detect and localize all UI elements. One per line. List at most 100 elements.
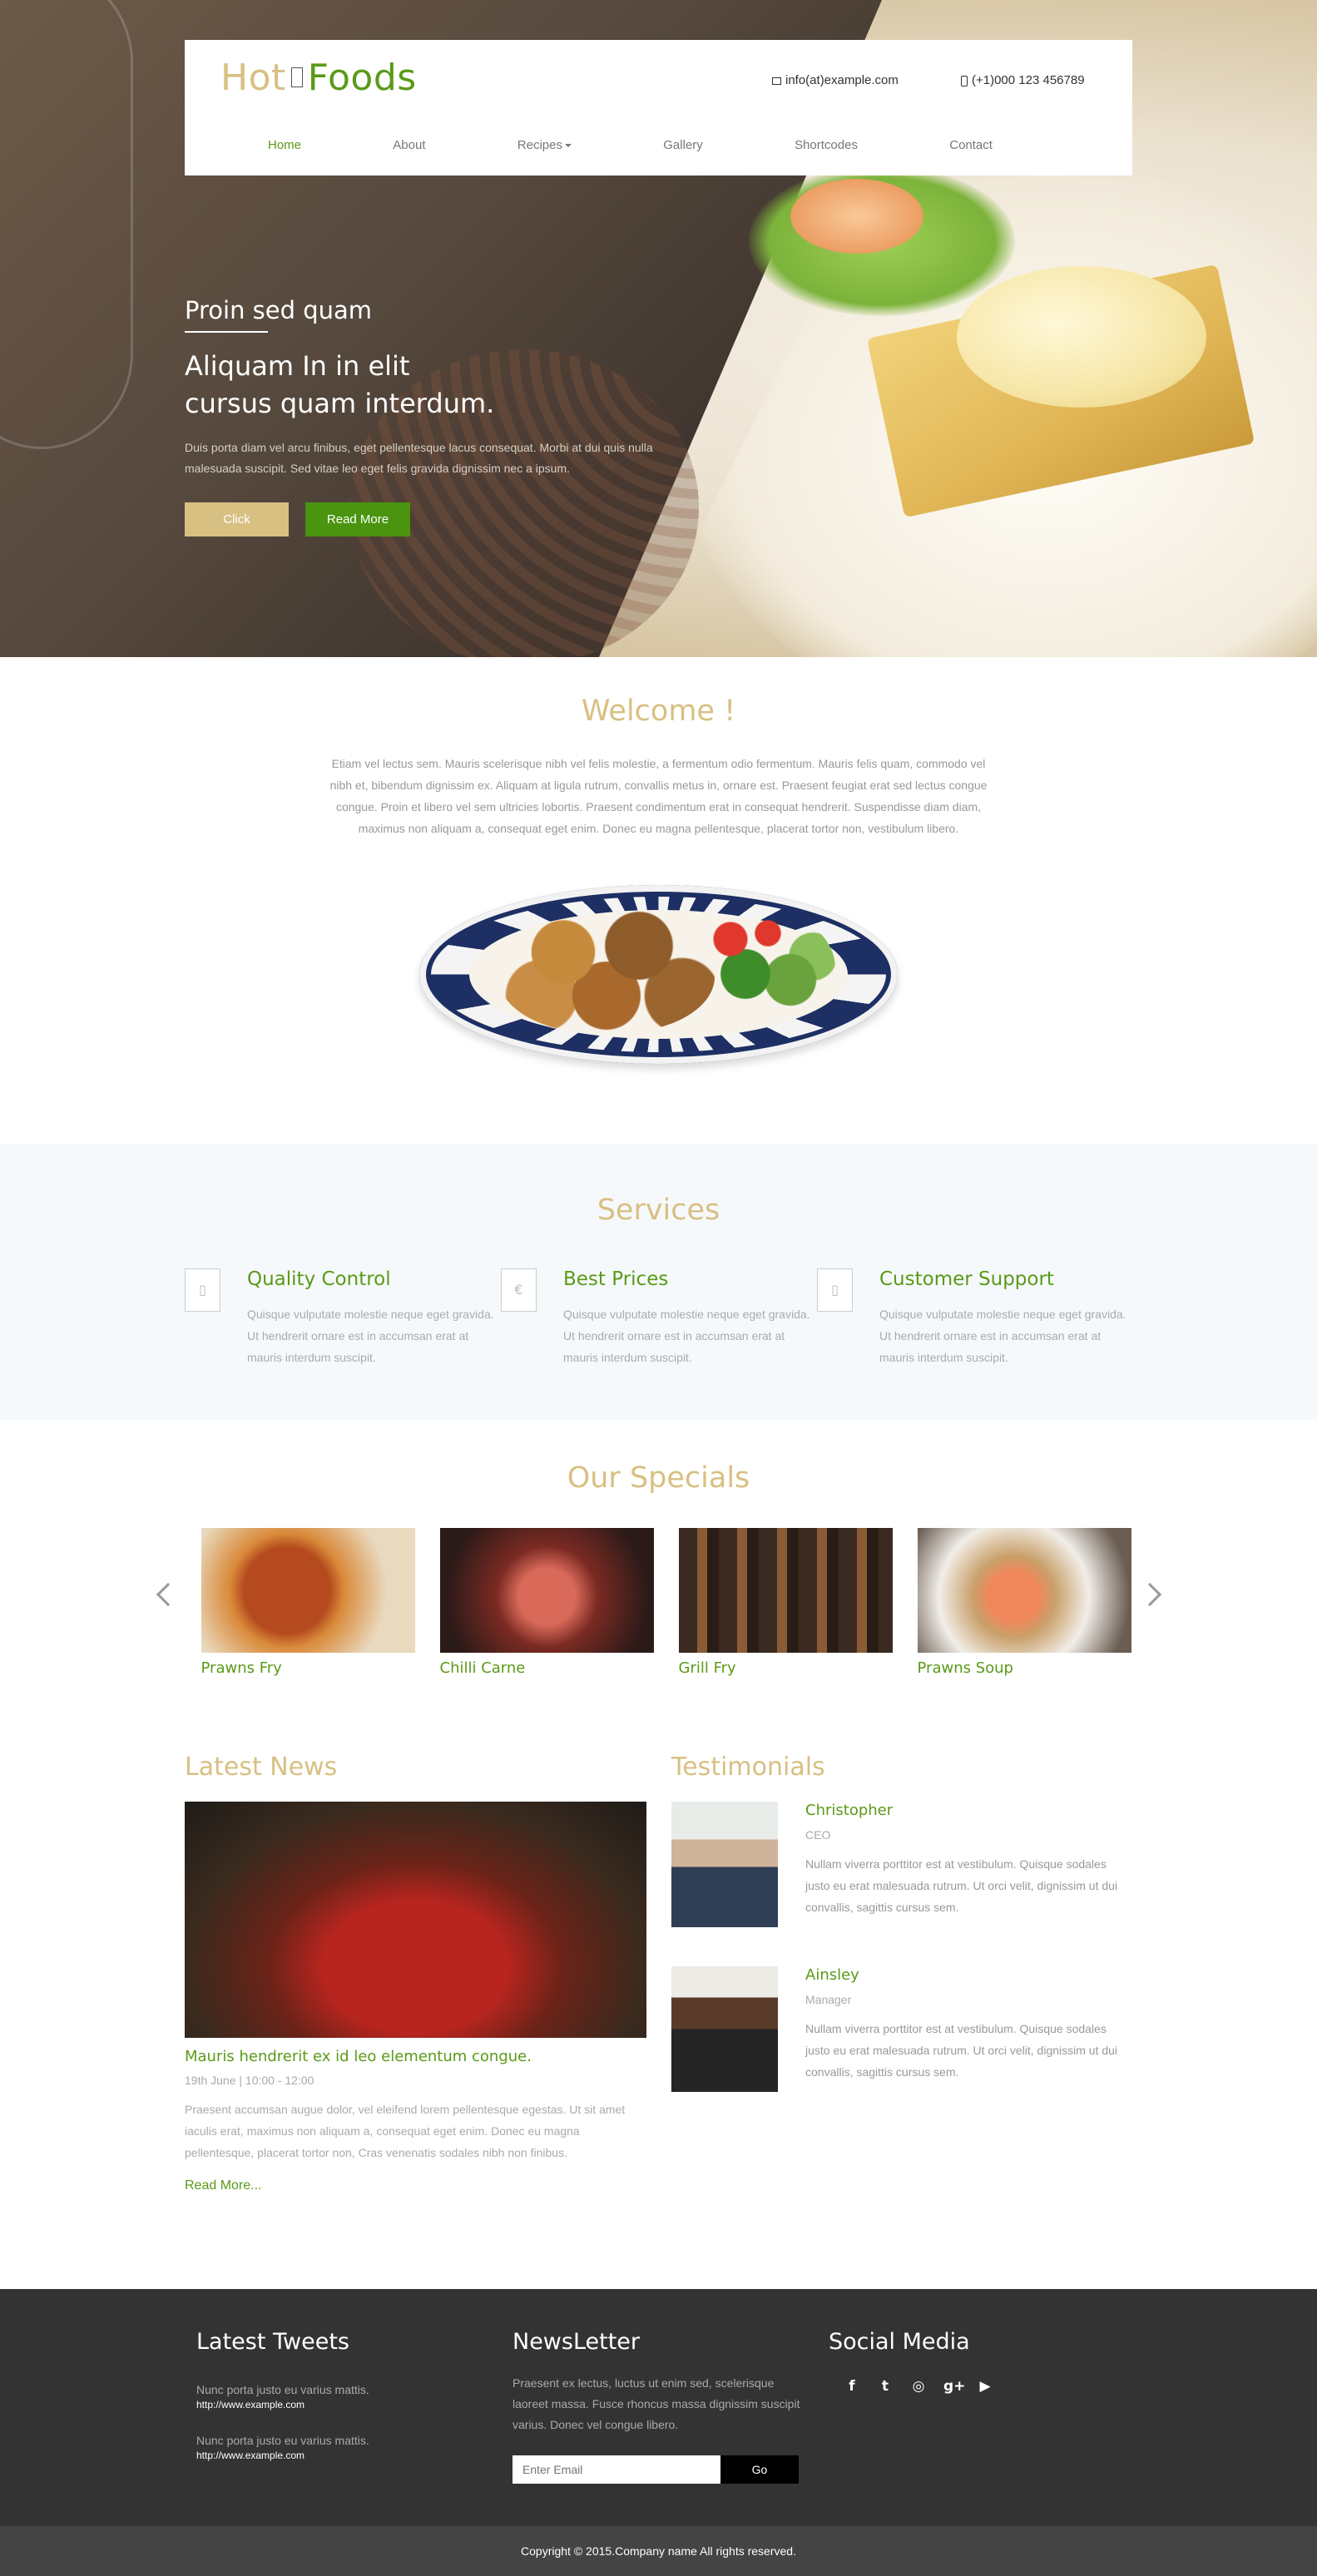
hero-caption: Proin sed quam Aliquam In in elit cursus… — [185, 296, 684, 536]
contact-email-text: info(at)example.com — [785, 73, 899, 87]
testimonial-role: Manager — [805, 1993, 852, 2006]
hero-headline: Aliquam In in elit cursus quam interdum. — [185, 348, 684, 423]
hero-shrimp — [790, 179, 923, 254]
tweets-title: Latest Tweets — [196, 2329, 350, 2355]
service-title[interactable]: Quality Control — [247, 1268, 391, 1290]
hero-wine-glass — [0, 0, 133, 449]
specials-carousel: Prawns Fry Chilli Carne Grill Fry Prawns… — [156, 1528, 1161, 1694]
youtube-icon[interactable]: ▶ — [977, 2378, 993, 2395]
euro-icon: € — [501, 1268, 537, 1312]
copyright-bar: Copyright © 2015.Company name All rights… — [0, 2526, 1317, 2576]
tweet-item: Nunc porta justo eu varius mattis. http:… — [196, 2383, 369, 2410]
news-meta: 19th June | 10:00 - 12:00 — [185, 2074, 314, 2087]
newsletter-form: Go — [512, 2455, 812, 2484]
testimonial-name: Ainsley — [805, 1966, 859, 1984]
testimonial-item: Christopher CEO Nullam viverra porttitor… — [671, 1802, 1132, 1966]
news-title: Latest News — [185, 1753, 338, 1782]
special-name[interactable]: Prawns Soup — [918, 1659, 1131, 1677]
social-title: Social Media — [829, 2329, 970, 2355]
dribbble-icon[interactable]: ◎ — [910, 2378, 927, 2395]
special-name[interactable]: Chilli Carne — [440, 1659, 654, 1677]
welcome-section: Welcome ! Etiam vel lectus sem. Mauris s… — [0, 657, 1317, 1144]
email-field[interactable] — [512, 2455, 720, 2484]
logo-text-hot: Hot — [220, 57, 286, 99]
click-button[interactable]: Click — [185, 502, 289, 536]
news-headline[interactable]: Mauris hendrerit ex id leo elementum con… — [185, 2048, 646, 2065]
welcome-text: Etiam vel lectus sem. Mauris scelerisque… — [329, 757, 988, 835]
site-logo[interactable]: Hot Foods — [220, 57, 417, 99]
logo-text-foods: Foods — [307, 57, 417, 99]
google-plus-icon[interactable]: g+ — [943, 2378, 965, 2395]
nav-gallery[interactable]: Gallery — [663, 138, 703, 152]
news-image[interactable] — [185, 1802, 646, 2038]
go-button[interactable]: Go — [720, 2455, 799, 2484]
special-name[interactable]: Prawns Fry — [201, 1659, 415, 1677]
logo-icon — [290, 67, 303, 87]
nav-home[interactable]: Home — [268, 138, 301, 152]
news-testimonials-section: Latest News Mauris hendrerit ex id leo e… — [185, 1753, 1132, 2289]
footer-newsletter: NewsLetter Praesent ex lectus, luctus ut… — [512, 2329, 812, 2484]
main-nav: Home About Recipes Gallery Shortcodes Co… — [185, 138, 1132, 152]
site-header: Hot Foods info(at)example.com (+1)000 123… — [185, 40, 1132, 176]
chevron-right-icon[interactable] — [1137, 1582, 1161, 1607]
contact-email: info(at)example.com — [772, 73, 899, 87]
tweet-link[interactable]: http://www.example.com — [196, 2450, 369, 2461]
tweet-link[interactable]: http://www.example.com — [196, 2399, 369, 2410]
avatar — [671, 1966, 778, 2092]
chevron-down-icon — [564, 144, 572, 148]
special-card[interactable]: Chilli Carne — [439, 1528, 654, 1677]
copyright-text: Copyright © 2015.Company name All rights… — [521, 2544, 796, 2558]
chevron-left-icon[interactable] — [156, 1582, 180, 1607]
hero-paragraph: Duis porta diam vel arcu finibus, eget p… — [185, 441, 653, 475]
hero-headline-line2: cursus quam interdum. — [185, 388, 495, 419]
read-more-button[interactable]: Read More — [305, 502, 410, 536]
nav-recipes-label: Recipes — [517, 138, 562, 152]
special-image[interactable] — [201, 1528, 415, 1653]
testimonial-name: Christopher — [805, 1802, 894, 1819]
dish-chicken — [498, 908, 715, 1033]
service-title[interactable]: Best Prices — [563, 1268, 668, 1290]
welcome-title: Welcome ! — [581, 695, 736, 728]
nav-contact[interactable]: Contact — [949, 138, 993, 152]
testimonial-item: Ainsley Manager Nullam viverra porttitor… — [671, 1966, 1132, 2131]
special-card[interactable]: Grill Fry — [678, 1528, 893, 1677]
contact-phone: (+1)000 123 456789 — [961, 73, 1085, 87]
special-image[interactable] — [678, 1528, 893, 1653]
special-card[interactable]: Prawns Fry — [201, 1528, 415, 1677]
news-read-more-link[interactable]: Read More... — [185, 2178, 646, 2193]
nav-recipes[interactable]: Recipes — [517, 138, 572, 152]
testimonial-role: CEO — [805, 1828, 831, 1842]
hero-banner: Hot Foods info(at)example.com (+1)000 123… — [0, 0, 1317, 657]
facebook-icon[interactable]: f — [844, 2378, 860, 2395]
nav-about[interactable]: About — [393, 138, 425, 152]
contact-phone-text: (+1)000 123 456789 — [972, 73, 1085, 87]
special-image[interactable] — [439, 1528, 654, 1653]
footer-tweets: Latest Tweets Nunc porta justo eu varius… — [196, 2329, 369, 2461]
phone-icon: ▯ — [185, 1268, 220, 1312]
envelope-icon — [772, 77, 781, 85]
testimonials: Testimonials Christopher CEO Nullam vive… — [671, 1753, 1132, 2131]
special-card[interactable]: Prawns Soup — [917, 1528, 1131, 1677]
services-section: Services ▯ Quality Control Quisque vulpu… — [0, 1144, 1317, 1420]
nav-shortcodes[interactable]: Shortcodes — [795, 138, 858, 152]
service-title[interactable]: Customer Support — [879, 1268, 1054, 1290]
news-body: Praesent accumsan augue dolor, vel eleif… — [185, 2103, 626, 2159]
testimonial-quote: Nullam viverra porttitor est at vestibul… — [805, 1857, 1118, 1914]
footer-social: Social Media f t ◎ g+ ▶ — [829, 2329, 993, 2395]
service-desc: Quisque vulputate molestie neque eget gr… — [247, 1308, 494, 1364]
twitter-icon[interactable]: t — [877, 2378, 894, 2395]
social-icons: f t ◎ g+ ▶ — [829, 2378, 993, 2395]
hero-buttons: Click Read More — [185, 502, 684, 536]
site-footer: Latest Tweets Nunc porta justo eu varius… — [0, 2289, 1317, 2526]
testimonials-title: Testimonials — [671, 1753, 825, 1782]
phone-icon: ▯ — [817, 1268, 853, 1312]
newsletter-title: NewsLetter — [512, 2329, 641, 2355]
phone-icon — [961, 75, 968, 87]
service-desc: Quisque vulputate molestie neque eget gr… — [563, 1308, 810, 1364]
special-name[interactable]: Grill Fry — [679, 1659, 893, 1677]
latest-news: Latest News Mauris hendrerit ex id leo e… — [185, 1753, 646, 2193]
tweet-item: Nunc porta justo eu varius mattis. http:… — [196, 2434, 369, 2461]
welcome-dish-image — [419, 885, 898, 1064]
avatar — [671, 1802, 778, 1927]
special-image[interactable] — [917, 1528, 1131, 1653]
